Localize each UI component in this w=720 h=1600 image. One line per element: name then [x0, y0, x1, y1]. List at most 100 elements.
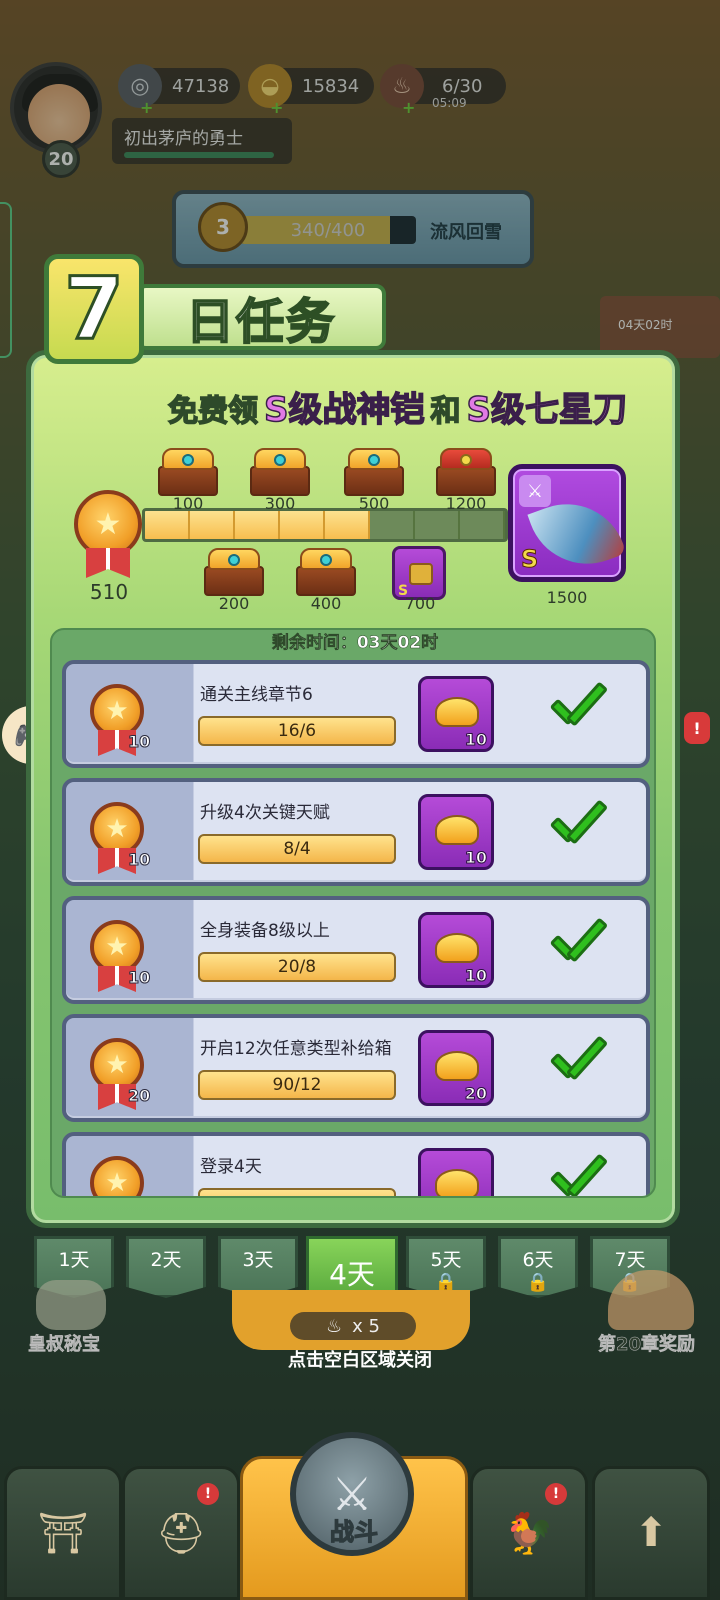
- red-chest-icon[interactable]: [436, 448, 496, 496]
- task-row[interactable]: ★ 登录4天: [62, 1132, 650, 1196]
- task-name: 通关主线章节6: [200, 685, 313, 705]
- meat-cost: ♨ x 5: [290, 1312, 416, 1340]
- task-name: 开启12次任意类型补给箱: [200, 1039, 392, 1059]
- day-tab-label: 4天: [329, 1258, 375, 1291]
- reward-amount: 20: [464, 1084, 487, 1104]
- task-progress: 20/8: [198, 952, 396, 982]
- gold-reward[interactable]: 10: [418, 676, 494, 752]
- weapon-type-icon: ⚔: [519, 475, 551, 507]
- track-segment: [325, 511, 370, 539]
- panel-title: 日任务 7: [44, 254, 386, 364]
- milestone-value: 700: [404, 594, 436, 613]
- milestone-value: 100: [172, 494, 204, 513]
- task-row[interactable]: ★ 20 开启12次任意类型补给箱 90/12 20: [62, 1014, 650, 1122]
- milestone-value: 300: [264, 494, 296, 513]
- task-row[interactable]: ★ 10 通关主线章节6 16/6 10: [62, 660, 650, 768]
- medal-icon: ★: [90, 920, 144, 974]
- task-name: 登录4天: [200, 1157, 262, 1177]
- nav-equipment[interactable]: ⛑!: [122, 1466, 240, 1600]
- day-tab-6[interactable]: 6天 🔒: [498, 1236, 578, 1298]
- track-segment: [460, 511, 505, 539]
- task-progress: 90/12: [198, 1070, 396, 1100]
- track-segment: [190, 511, 235, 539]
- rooster-icon: 🐓: [504, 1510, 554, 1557]
- gold-ingot-icon: [435, 1051, 479, 1081]
- alert-badge: !: [197, 1483, 219, 1505]
- task-points: 20: [127, 1086, 151, 1106]
- task-name: 升级4次关键天赋: [200, 803, 330, 823]
- alert-icon[interactable]: !: [684, 712, 710, 744]
- battle-label: 战斗: [329, 1517, 378, 1546]
- day-tab-label: 3天: [242, 1249, 274, 1271]
- medal-icon: ★: [90, 1156, 144, 1196]
- current-score: 510: [89, 580, 129, 604]
- task-points: 10: [127, 850, 151, 870]
- close-hint: 点击空白区域关闭: [288, 1350, 432, 1371]
- panel-title-number: 7: [44, 254, 144, 364]
- meat-count: x 5: [352, 1315, 380, 1337]
- chest-icon[interactable]: [158, 448, 218, 496]
- gold-ingot-icon: [435, 815, 479, 845]
- nav-shop[interactable]: ⛩: [4, 1466, 122, 1600]
- gold-reward[interactable]: 10: [418, 794, 494, 870]
- grand-reward-grade: S: [520, 545, 539, 574]
- reward-headline: 免费领 S级战神铠 和 S级七星刀: [167, 382, 668, 431]
- reward-amount: 10: [464, 848, 487, 868]
- headline-item-2: S级七星刀: [466, 389, 628, 431]
- gold-reward[interactable]: [418, 1148, 494, 1196]
- milestone-value: 500: [358, 494, 390, 513]
- panel-title-text: 日任务: [136, 284, 386, 351]
- shop-icon: ⛩: [37, 1510, 89, 1557]
- medal-icon: ★: [90, 802, 144, 856]
- chest-icon[interactable]: [204, 548, 264, 596]
- task-progress: [198, 1188, 396, 1196]
- day-tab-label: 7天: [614, 1249, 646, 1271]
- nav-upgrade[interactable]: ⬆: [592, 1466, 710, 1600]
- day-tab-5[interactable]: 5天 🔒: [406, 1236, 486, 1298]
- day-tab-3[interactable]: 3天: [218, 1236, 298, 1298]
- nav-pets[interactable]: 🐓!: [470, 1466, 588, 1600]
- chest-icon[interactable]: [296, 548, 356, 596]
- helmet-icon: ⛑: [155, 1510, 207, 1557]
- task-row[interactable]: ★ 10 全身装备8级以上 20/8 10: [62, 896, 650, 1004]
- task-progress: 16/6: [198, 716, 396, 746]
- headline-and: 和: [430, 393, 462, 430]
- reward-amount: 10: [464, 730, 487, 750]
- chest-icon[interactable]: [344, 448, 404, 496]
- task-row[interactable]: ★ 10 升级4次关键天赋 8/4 10: [62, 778, 650, 886]
- day-tab-label: 1天: [58, 1249, 90, 1271]
- gold-reward[interactable]: 10: [418, 912, 494, 988]
- checkmark-icon: [546, 1153, 609, 1196]
- checkmark-icon: [546, 1035, 609, 1088]
- armor-icon: [409, 563, 433, 585]
- left-event-avatar[interactable]: [36, 1280, 106, 1330]
- checkmark-icon: [546, 917, 609, 970]
- day-tab-2[interactable]: 2天: [126, 1236, 206, 1298]
- alert-badge: !: [545, 1483, 567, 1505]
- track-segment: [415, 511, 460, 539]
- checkmark-icon: [546, 799, 609, 852]
- grand-reward-blade[interactable]: ⚔ S: [508, 464, 627, 582]
- gold-reward[interactable]: 20: [418, 1030, 494, 1106]
- s-armor-item-icon[interactable]: S: [392, 546, 446, 600]
- score-progress-track: [142, 508, 508, 542]
- grand-reward-value: 1500: [546, 588, 588, 607]
- task-points: 10: [127, 732, 151, 752]
- task-name: 全身装备8级以上: [200, 921, 330, 941]
- headline-item-1: S级战神铠: [263, 389, 425, 431]
- gold-ingot-icon: [435, 933, 479, 963]
- reward-amount: 10: [464, 966, 487, 986]
- checkmark-icon: [546, 681, 609, 734]
- medal-icon: ★: [90, 1038, 144, 1092]
- medal-icon: ★: [90, 684, 144, 738]
- gold-ingot-icon: [435, 697, 479, 727]
- day-tab-label: 2天: [150, 1249, 182, 1271]
- day-tab-label: 5天: [430, 1249, 462, 1271]
- lock-icon: 🔒: [526, 1272, 550, 1293]
- chest-icon[interactable]: [250, 448, 310, 496]
- meat-icon: ♨: [326, 1315, 343, 1337]
- milestone-value: 1200: [445, 494, 487, 513]
- task-list[interactable]: 剩余时间：03天02时 ★ 10 通关主线章节6 16/6 10 ★ 10 升级…: [50, 628, 656, 1198]
- task-progress: 8/4: [198, 834, 396, 864]
- headline-prefix: 免费领: [167, 393, 259, 430]
